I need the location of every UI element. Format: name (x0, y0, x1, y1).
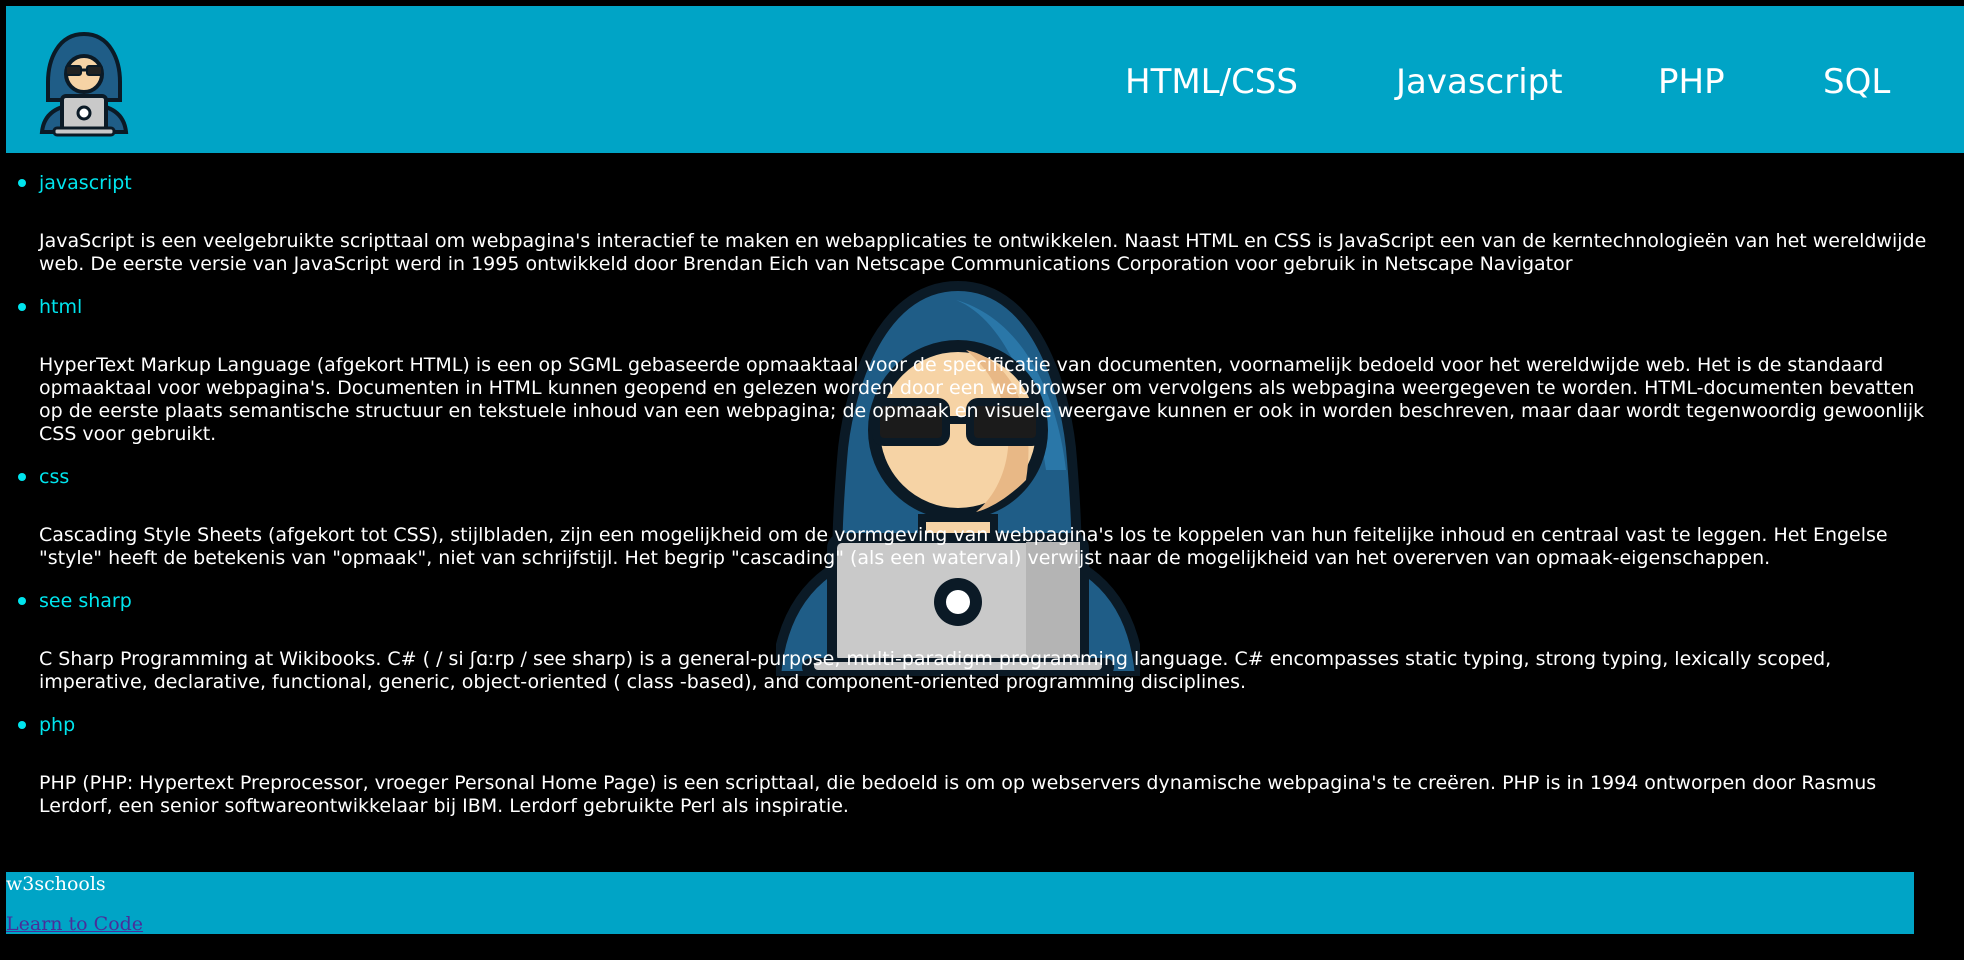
topic-title-see-sharp: see sharp (39, 590, 132, 612)
topic-text-javascript: JavaScript is een veelgebruikte scriptta… (39, 230, 1927, 275)
nav-link-sql[interactable]: SQL (1823, 62, 1890, 102)
topic-title-css: css (39, 466, 70, 488)
nav-link-html-css[interactable]: HTML/CSS (1125, 62, 1298, 102)
footer-title: w3schools (6, 873, 106, 895)
topic-text-see-sharp: C Sharp Programming at Wikibooks. C# ( /… (39, 648, 1832, 693)
topic-title-javascript: javascript (39, 172, 132, 194)
main-nav: HTML/CSS Javascript PHP SQL (6, 62, 1964, 112)
bullet-icon (18, 179, 26, 187)
topic-text-css: Cascading Style Sheets (afgekort tot CSS… (39, 524, 1888, 569)
topic-text-php: PHP (PHP: Hypertext Preprocessor, vroege… (39, 772, 1877, 817)
topic-list: javascript JavaScript is een veelgebruik… (6, 168, 1926, 818)
topic-title-html: html (39, 296, 83, 318)
bullet-icon (18, 473, 26, 481)
list-item: html HyperText Markup Language (afgekort… (6, 292, 1926, 446)
site-header: HTML/CSS Javascript PHP SQL (6, 6, 1964, 153)
nav-link-php[interactable]: PHP (1658, 62, 1725, 102)
list-item: javascript JavaScript is een veelgebruik… (6, 168, 1926, 276)
nav-link-javascript[interactable]: Javascript (1396, 62, 1563, 102)
main-content: javascript JavaScript is een veelgebruik… (6, 168, 1926, 818)
bullet-icon (18, 303, 26, 311)
footer-link-learn-to-code[interactable]: Learn to Code (6, 912, 143, 936)
site-footer: w3schools Learn to Code (6, 872, 1914, 936)
bullet-icon (18, 597, 26, 605)
bullet-icon (18, 721, 26, 729)
topic-text-html: HyperText Markup Language (afgekort HTML… (39, 354, 1925, 445)
topic-title-php: php (39, 714, 76, 736)
list-item: see sharp C Sharp Programming at Wikiboo… (6, 586, 1926, 694)
list-item: php PHP (PHP: Hypertext Preprocessor, vr… (6, 710, 1926, 818)
list-item: css Cascading Style Sheets (afgekort tot… (6, 462, 1926, 570)
